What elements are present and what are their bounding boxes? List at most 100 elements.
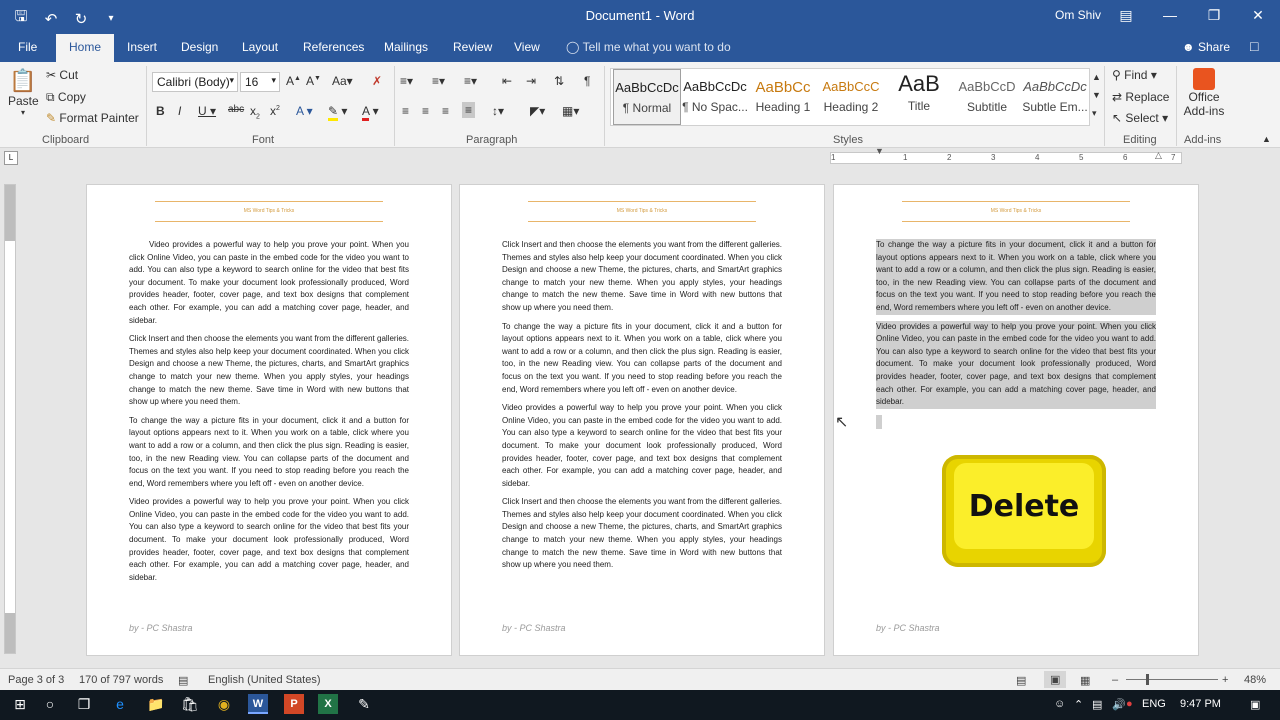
underline-icon[interactable]: U ▾: [198, 104, 216, 118]
sort-icon[interactable]: ⇅: [554, 74, 564, 88]
style-subtitle[interactable]: AaBbCcD Subtitle: [953, 69, 1021, 125]
align-left-icon[interactable]: ≡: [402, 104, 409, 118]
bold-icon[interactable]: B: [156, 104, 165, 118]
font-size-select[interactable]: 16 ▾: [240, 72, 280, 92]
shrink-font-icon[interactable]: A▼: [306, 74, 321, 88]
restore-icon[interactable]: ❐: [1192, 0, 1236, 32]
style-normal[interactable]: AaBbCcDc ¶ Normal: [613, 69, 681, 125]
minimize-icon[interactable]: —: [1148, 0, 1192, 32]
user-name[interactable]: Om Shiv: [1055, 8, 1101, 22]
tell-me-box[interactable]: ◯ Tell me what you want to do: [566, 40, 731, 54]
borders-icon[interactable]: ▦▾: [562, 104, 579, 118]
tab-mailings[interactable]: Mailings: [384, 40, 428, 54]
style-title[interactable]: AaB Title: [885, 69, 953, 125]
cut-button[interactable]: ✂ Cut: [46, 68, 78, 82]
input-language[interactable]: ENG: [1142, 698, 1166, 710]
page-body[interactable]: To change the way a picture fits in your…: [876, 239, 1156, 435]
cortana-icon[interactable]: ○: [38, 696, 62, 712]
text-effects-icon[interactable]: A ▾: [296, 104, 313, 118]
italic-icon[interactable]: I: [178, 104, 181, 118]
share-button[interactable]: ☻ Share: [1182, 40, 1230, 54]
task-view-icon[interactable]: ❐: [72, 696, 96, 713]
increase-indent-icon[interactable]: ⇥: [526, 74, 536, 88]
style-no-spacing[interactable]: AaBbCcDc ¶ No Spac...: [681, 69, 749, 125]
style-subtle-emphasis[interactable]: AaBbCcDc Subtle Em...: [1021, 69, 1089, 125]
tab-home[interactable]: Home: [56, 34, 115, 62]
store-icon[interactable]: 🛍: [178, 696, 202, 713]
tab-view[interactable]: View: [514, 40, 540, 54]
action-center-icon[interactable]: ▣: [1250, 698, 1260, 711]
notification-badge-icon[interactable]: ●: [1126, 698, 1133, 710]
comment-icon[interactable]: □: [1250, 38, 1258, 54]
ribbon-display-icon[interactable]: ▤: [1104, 0, 1148, 32]
tab-insert[interactable]: Insert: [127, 40, 157, 54]
zoom-slider-track[interactable]: [1126, 679, 1218, 680]
tab-layout[interactable]: Layout: [242, 40, 278, 54]
justify-icon[interactable]: ≡: [462, 102, 476, 118]
office-addins-button[interactable]: Office Add-ins: [1182, 68, 1226, 118]
tab-design[interactable]: Design: [181, 40, 218, 54]
align-right-icon[interactable]: ≡: [442, 104, 449, 118]
print-layout-icon[interactable]: ▣: [1044, 671, 1067, 688]
grow-font-icon[interactable]: A▲: [286, 74, 301, 88]
find-button[interactable]: ⚲ Find ▾: [1112, 68, 1157, 82]
font-family-select[interactable]: Calibri (Body) ▾: [152, 72, 238, 92]
close-icon[interactable]: ✕: [1236, 0, 1280, 32]
collapse-ribbon-icon[interactable]: ▲: [1262, 134, 1271, 144]
style-heading-2[interactable]: AaBbCcC Heading 2: [817, 69, 885, 125]
style-heading-1[interactable]: AaBbCc Heading 1: [749, 69, 817, 125]
gallery-scroll[interactable]: ▲ ▼ ▾: [1092, 68, 1101, 122]
paint-icon[interactable]: ✎: [352, 696, 376, 713]
decrease-indent-icon[interactable]: ⇤: [502, 74, 512, 88]
powerpoint-taskbar-icon[interactable]: P: [284, 694, 304, 714]
line-spacing-icon[interactable]: ↕▾: [492, 104, 504, 118]
page-body[interactable]: Video provides a powerful way to help yo…: [129, 239, 409, 590]
document-page[interactable]: MS Word Tips & Tricks To change the way …: [833, 184, 1199, 656]
tab-file[interactable]: File: [18, 40, 37, 54]
excel-taskbar-icon[interactable]: X: [318, 694, 338, 714]
highlight-icon[interactable]: ✎ ▾: [328, 104, 347, 121]
shading-icon[interactable]: ◤▾: [530, 104, 545, 118]
tab-review[interactable]: Review: [453, 40, 492, 54]
read-mode-icon[interactable]: ▤: [1016, 674, 1026, 687]
format-painter-button[interactable]: ✎ Format Painter: [46, 111, 139, 125]
clear-formatting-icon[interactable]: ✗: [372, 74, 382, 88]
people-icon[interactable]: ☺: [1054, 698, 1065, 710]
page-count[interactable]: Page 3 of 3: [8, 674, 64, 686]
select-button[interactable]: ↖ Select ▾: [1112, 111, 1168, 125]
replace-button[interactable]: ⇄ Replace: [1112, 90, 1169, 104]
page-body[interactable]: Click Insert and then choose the element…: [502, 239, 782, 578]
chrome-icon[interactable]: ◉: [212, 696, 236, 713]
windows-start-icon[interactable]: ⊞: [8, 696, 32, 713]
pilcrow-icon[interactable]: ¶: [584, 74, 590, 88]
language[interactable]: English (United States): [208, 674, 321, 686]
align-center-icon[interactable]: ≡: [422, 104, 429, 118]
strikethrough-icon[interactable]: abc: [228, 104, 244, 115]
bullets-icon[interactable]: ≡▾: [400, 74, 413, 88]
horizontal-ruler[interactable]: 1 ▼ 1 2 3 4 5 6 △ 7: [830, 146, 1182, 164]
web-layout-icon[interactable]: ▦: [1080, 674, 1090, 687]
font-color-icon[interactable]: A ▾: [362, 104, 379, 121]
zoom-level[interactable]: 48%: [1244, 674, 1266, 686]
word-taskbar-icon[interactable]: W: [248, 694, 268, 714]
edge-icon[interactable]: e: [108, 696, 132, 712]
zoom-slider-thumb[interactable]: [1146, 674, 1149, 685]
tab-references[interactable]: References: [303, 40, 364, 54]
zoom-out-icon[interactable]: –: [1112, 674, 1118, 686]
tab-selector[interactable]: L: [4, 151, 18, 165]
change-case-icon[interactable]: Aa▾: [332, 74, 353, 88]
right-indent-icon[interactable]: △: [1155, 150, 1162, 161]
show-hidden-icon[interactable]: ⌃: [1074, 698, 1083, 711]
zoom-in-icon[interactable]: +: [1222, 674, 1228, 686]
numbering-icon[interactable]: ≡▾: [432, 74, 445, 88]
word-count[interactable]: 170 of 797 words: [79, 674, 163, 686]
network-icon[interactable]: ▤: [1092, 698, 1102, 711]
multilevel-list-icon[interactable]: ≡▾: [464, 74, 477, 88]
paste-button[interactable]: 📋 Paste ▾: [8, 68, 39, 117]
file-explorer-icon[interactable]: 📁: [144, 696, 168, 713]
document-page[interactable]: MS Word Tips & Tricks Video provides a p…: [86, 184, 452, 656]
superscript-icon[interactable]: x2: [270, 104, 280, 118]
proofing-icon[interactable]: ▤: [178, 674, 188, 687]
subscript-icon[interactable]: x2: [250, 104, 260, 120]
document-page[interactable]: MS Word Tips & Tricks Click Insert and t…: [459, 184, 825, 656]
